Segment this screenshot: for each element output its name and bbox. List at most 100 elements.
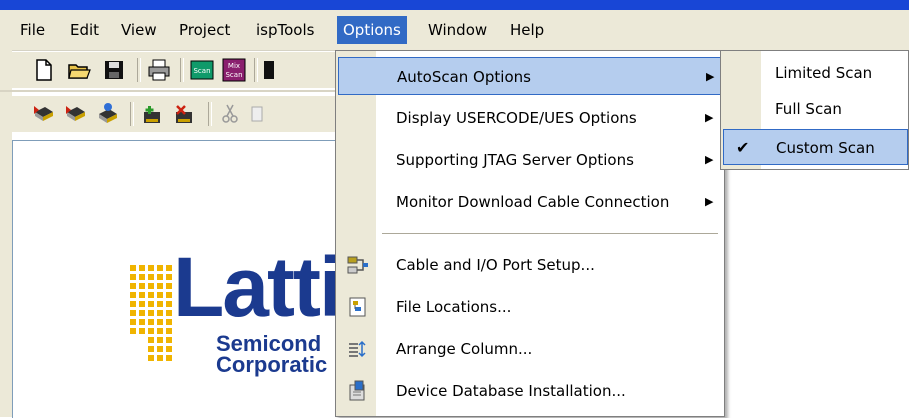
copy-icon[interactable]	[250, 102, 264, 126]
logo-dot	[130, 319, 136, 325]
checkmark-icon: ✔	[736, 138, 750, 157]
logo-dot	[157, 274, 163, 280]
menu-item-autoscan-options[interactable]: AutoScan Options ▶	[338, 57, 722, 95]
save-icon[interactable]	[102, 58, 126, 82]
logo-dot	[130, 265, 136, 271]
submenu-arrow-icon: ▶	[705, 153, 714, 166]
logo-dot	[157, 346, 163, 352]
logo-dot	[139, 274, 145, 280]
logo-dot	[139, 328, 145, 334]
toolbar-separator	[137, 58, 141, 82]
logo-dot	[148, 292, 154, 298]
menu-item-label: File Locations...	[396, 298, 512, 316]
chip-verify-icon[interactable]	[64, 102, 88, 126]
logo-dot	[148, 310, 154, 316]
menu-item-display-usercode[interactable]: Display USERCODE/UES Options ▶	[338, 99, 722, 137]
logo-dot	[148, 283, 154, 289]
logo-dot	[166, 301, 172, 307]
chip-read-icon[interactable]	[96, 102, 120, 126]
logo-dot	[148, 337, 154, 343]
menu-view[interactable]: View	[115, 16, 163, 44]
toolbar-separator	[130, 102, 134, 126]
arrange-column-icon	[349, 340, 366, 358]
menu-project[interactable]: Project	[173, 16, 236, 44]
logo-dot	[166, 328, 172, 334]
add-device-icon[interactable]	[140, 102, 164, 126]
remove-device-icon[interactable]	[172, 102, 196, 126]
menu-window[interactable]: Window	[422, 16, 493, 44]
main-toolbar: Scan Mix Scan	[12, 52, 352, 88]
open-folder-icon[interactable]	[67, 58, 91, 82]
file-locations-icon	[349, 297, 366, 317]
scan-icon[interactable]: Scan	[190, 58, 214, 82]
menu-help[interactable]: Help	[504, 16, 550, 44]
menu-item-file-locations[interactable]: File Locations...	[338, 288, 722, 326]
logo-dot	[148, 355, 154, 361]
logo-subtitle-line2: Corporatic	[216, 352, 328, 377]
logo-dot	[139, 265, 145, 271]
menu-item-arrange-column[interactable]: Arrange Column...	[338, 330, 722, 368]
options-dropdown-menu: AutoScan Options ▶ Display USERCODE/UES …	[335, 50, 725, 417]
menu-file[interactable]: File	[14, 16, 51, 44]
submenu-item-custom-scan[interactable]: ✔ Custom Scan	[723, 129, 908, 165]
logo-dot	[157, 292, 163, 298]
logo-dot	[148, 274, 154, 280]
logo-dot	[157, 337, 163, 343]
logo-dot	[157, 355, 163, 361]
logo-dot	[166, 337, 172, 343]
logo-dot	[139, 310, 145, 316]
logo-dot	[157, 301, 163, 307]
menu-item-monitor-cable[interactable]: Monitor Download Cable Connection ▶	[338, 183, 722, 221]
submenu-item-full-scan[interactable]: Full Scan	[723, 91, 908, 127]
cut-icon[interactable]	[218, 102, 242, 126]
menu-edit[interactable]: Edit	[64, 16, 105, 44]
submenu-item-limited-scan[interactable]: Limited Scan	[723, 55, 908, 91]
submenu-arrow-icon: ▶	[706, 70, 715, 83]
main-workspace: Lattic Semicond Corporatic	[12, 140, 387, 418]
logo-dot	[157, 283, 163, 289]
print-icon[interactable]	[147, 58, 171, 82]
logo-dot	[148, 301, 154, 307]
menu-item-jtag-server[interactable]: Supporting JTAG Server Options ▶	[338, 141, 722, 179]
window-titlebar	[0, 0, 909, 10]
logo-dot	[139, 283, 145, 289]
logo-dot	[130, 301, 136, 307]
toolbar-separator	[208, 102, 212, 126]
logo-dot	[139, 319, 145, 325]
menu-bar: File Edit View Project ispTools Options …	[0, 10, 909, 51]
logo-dot	[166, 310, 172, 316]
chip-program-icon[interactable]	[32, 102, 56, 126]
logo-dot	[130, 328, 136, 334]
logo-dot	[157, 319, 163, 325]
logo-dot	[148, 265, 154, 271]
new-file-icon[interactable]	[32, 58, 56, 82]
cable-port-icon	[347, 256, 368, 274]
logo-dot	[157, 265, 163, 271]
toolbar-clipped-icon[interactable]	[262, 58, 274, 82]
submenu-arrow-icon: ▶	[705, 111, 714, 124]
logo-dot	[166, 346, 172, 352]
device-toolbar	[12, 96, 352, 132]
logo-dot	[166, 283, 172, 289]
logo-dot	[148, 319, 154, 325]
menu-item-label: AutoScan Options	[397, 68, 531, 86]
logo-dot	[166, 274, 172, 280]
menu-isptools[interactable]: ispTools	[250, 16, 320, 44]
submenu-arrow-icon: ▶	[705, 195, 714, 208]
submenu-item-label: Limited Scan	[775, 64, 873, 82]
logo-dot	[130, 274, 136, 280]
menu-item-label: Supporting JTAG Server Options	[396, 151, 634, 169]
menu-item-label: Device Database Installation...	[396, 382, 626, 400]
mix-icon-label-2: Scan	[225, 71, 242, 79]
menu-item-label: Arrange Column...	[396, 340, 533, 358]
database-install-icon	[349, 380, 365, 401]
logo-dot	[139, 301, 145, 307]
logo-dot	[130, 310, 136, 316]
toolbar-separator	[180, 58, 184, 82]
menu-item-device-database[interactable]: Device Database Installation...	[338, 372, 722, 410]
menu-item-cable-io-setup[interactable]: Cable and I/O Port Setup...	[338, 246, 722, 284]
mix-scan-icon[interactable]: Mix Scan	[222, 58, 246, 82]
menu-options[interactable]: Options	[337, 16, 407, 44]
logo-dot	[139, 292, 145, 298]
logo-dot	[157, 328, 163, 334]
